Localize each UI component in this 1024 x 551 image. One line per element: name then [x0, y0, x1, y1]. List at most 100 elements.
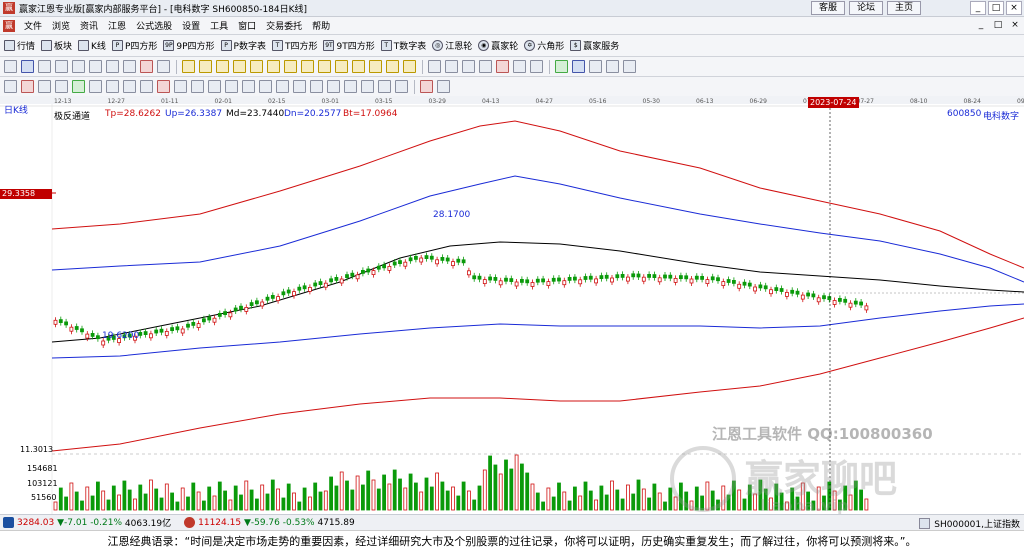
copy-icon[interactable]	[606, 60, 619, 73]
kline-button[interactable]: K线	[78, 39, 106, 52]
mdi-restore-button[interactable]: □	[991, 19, 1005, 32]
zoom-tool-icon[interactable]	[123, 60, 136, 73]
menu-tools[interactable]: 工具	[205, 19, 233, 32]
bar-tool-icon[interactable]	[72, 60, 85, 73]
sh-index-item[interactable]: 3284.03 ▼-7.01 -0.21% 4063.19亿	[17, 516, 171, 530]
line-tool-icon[interactable]	[89, 60, 102, 73]
scale-tool-icon[interactable]	[157, 60, 170, 73]
menu-settings[interactable]: 设置	[177, 19, 205, 32]
angle-icon[interactable]	[55, 80, 68, 93]
hand-tool-icon[interactable]	[428, 60, 441, 73]
9p-square-button[interactable]: 9P 9P四方形	[163, 39, 215, 52]
mdi-minimize-button[interactable]: _	[974, 19, 988, 32]
support-link[interactable]: 客服	[811, 1, 845, 15]
right-arrow-icon[interactable]	[403, 60, 416, 73]
last-bar-icon[interactable]	[267, 60, 280, 73]
menu-window[interactable]: 窗口	[233, 19, 261, 32]
volume-bar	[180, 487, 185, 511]
menu-news[interactable]: 资讯	[75, 19, 103, 32]
zoom-in-icon[interactable]	[284, 60, 297, 73]
hexagon-button[interactable]: ✡ 六角形	[524, 39, 564, 52]
maximize-button[interactable]: □	[988, 1, 1004, 15]
infinity-icon[interactable]	[437, 80, 450, 93]
menu-file[interactable]: 文件	[19, 19, 47, 32]
expand-icon[interactable]	[318, 60, 331, 73]
arrow-tool-icon[interactable]	[242, 80, 255, 93]
ellipse-tool-icon[interactable]	[327, 80, 340, 93]
service-button[interactable]: $ 赢家服务	[570, 39, 619, 52]
print-icon[interactable]	[589, 60, 602, 73]
price-tool-icon[interactable]	[293, 80, 306, 93]
candle-tool-icon[interactable]	[38, 60, 51, 73]
quotes-button[interactable]: 行情	[4, 39, 35, 52]
menu-formula-select[interactable]: 公式选股	[131, 19, 177, 32]
9t-square-button[interactable]: 9T 9T四方形	[323, 39, 375, 52]
save-icon[interactable]	[572, 60, 585, 73]
kline-chart-area[interactable]: 12-13 12-27 01-11 02-01 02-15 03-01 03-15 03-29…	[0, 96, 1024, 515]
winner-wheel-button[interactable]: ◉ 赢家轮	[478, 39, 518, 52]
box-icon[interactable]	[72, 80, 85, 93]
zoom-out-icon[interactable]	[301, 60, 314, 73]
grid-box-icon[interactable]	[191, 80, 204, 93]
close-button[interactable]: ×	[1006, 1, 1022, 15]
arc-icon[interactable]	[140, 80, 153, 93]
square-tool-icon[interactable]	[157, 80, 170, 93]
hline-icon[interactable]	[89, 80, 102, 93]
gann-fan-icon[interactable]	[496, 60, 509, 73]
current-index-label[interactable]: SH000001,上证指数	[934, 517, 1020, 530]
grid-tool-icon[interactable]	[4, 60, 17, 73]
prev-bar-icon[interactable]	[216, 60, 229, 73]
cycle-tool-icon[interactable]	[513, 60, 526, 73]
next-page-icon[interactable]	[250, 60, 263, 73]
pointer-tool-icon[interactable]	[106, 60, 119, 73]
home-link[interactable]: 主页	[887, 1, 921, 15]
left-arrow-icon[interactable]	[386, 60, 399, 73]
first-bar-icon[interactable]	[182, 60, 195, 73]
gann-wheel-button[interactable]: ◎ 江恩轮	[432, 39, 472, 52]
wave-tool-icon[interactable]	[344, 80, 357, 93]
trendline-icon[interactable]	[462, 60, 475, 73]
marker-tool-icon[interactable]	[140, 60, 153, 73]
forum-link[interactable]: 论坛	[849, 1, 883, 15]
menu-browse[interactable]: 浏览	[47, 19, 75, 32]
shrink-icon[interactable]	[335, 60, 348, 73]
cursor-icon[interactable]	[4, 80, 17, 93]
delete-tool-icon[interactable]	[395, 80, 408, 93]
prev-page-icon[interactable]	[199, 60, 212, 73]
sz-index-item[interactable]: 11124.15 ▼-59.76 -0.53% 4715.89	[198, 518, 355, 528]
crosshair-icon[interactable]	[445, 60, 458, 73]
next-bar-icon[interactable]	[233, 60, 246, 73]
star-tool-icon[interactable]	[259, 80, 272, 93]
paste-icon[interactable]	[623, 60, 636, 73]
up-arrow-icon[interactable]	[352, 60, 365, 73]
spiral-icon[interactable]	[208, 80, 221, 93]
fib-tool-icon[interactable]	[479, 60, 492, 73]
channel-tool-icon[interactable]	[530, 60, 543, 73]
t-table-button[interactable]: T T数字表	[380, 39, 426, 52]
fan-tool-icon[interactable]	[310, 80, 323, 93]
p-table-button[interactable]: P P数字表	[220, 39, 266, 52]
ray-icon[interactable]	[123, 80, 136, 93]
ohlc-tool-icon[interactable]	[55, 60, 68, 73]
vline-icon[interactable]	[106, 80, 119, 93]
pen-icon[interactable]	[21, 80, 34, 93]
channel2-tool-icon[interactable]	[361, 80, 374, 93]
time-tool-icon[interactable]	[276, 80, 289, 93]
parallel-tool-icon[interactable]	[378, 80, 391, 93]
refresh-icon[interactable]	[21, 60, 34, 73]
down-arrow-icon[interactable]	[369, 60, 382, 73]
candle-body	[864, 305, 869, 311]
menu-help[interactable]: 帮助	[307, 19, 335, 32]
circle-tool-icon[interactable]	[174, 80, 187, 93]
ruler-icon[interactable]	[38, 80, 51, 93]
menu-gann[interactable]: 江恩	[103, 19, 131, 32]
chart-type-icon[interactable]	[420, 80, 433, 93]
p-square-button[interactable]: P P四方形	[111, 39, 157, 52]
minimize-button[interactable]: _	[970, 1, 986, 15]
menu-trade[interactable]: 交易委托	[261, 19, 307, 32]
text-tool-icon[interactable]	[225, 80, 238, 93]
calendar-icon[interactable]	[555, 60, 568, 73]
sector-button[interactable]: 板块	[41, 39, 72, 52]
t-square-button[interactable]: T T四方形	[271, 39, 317, 52]
mdi-close-button[interactable]: ×	[1008, 19, 1022, 32]
